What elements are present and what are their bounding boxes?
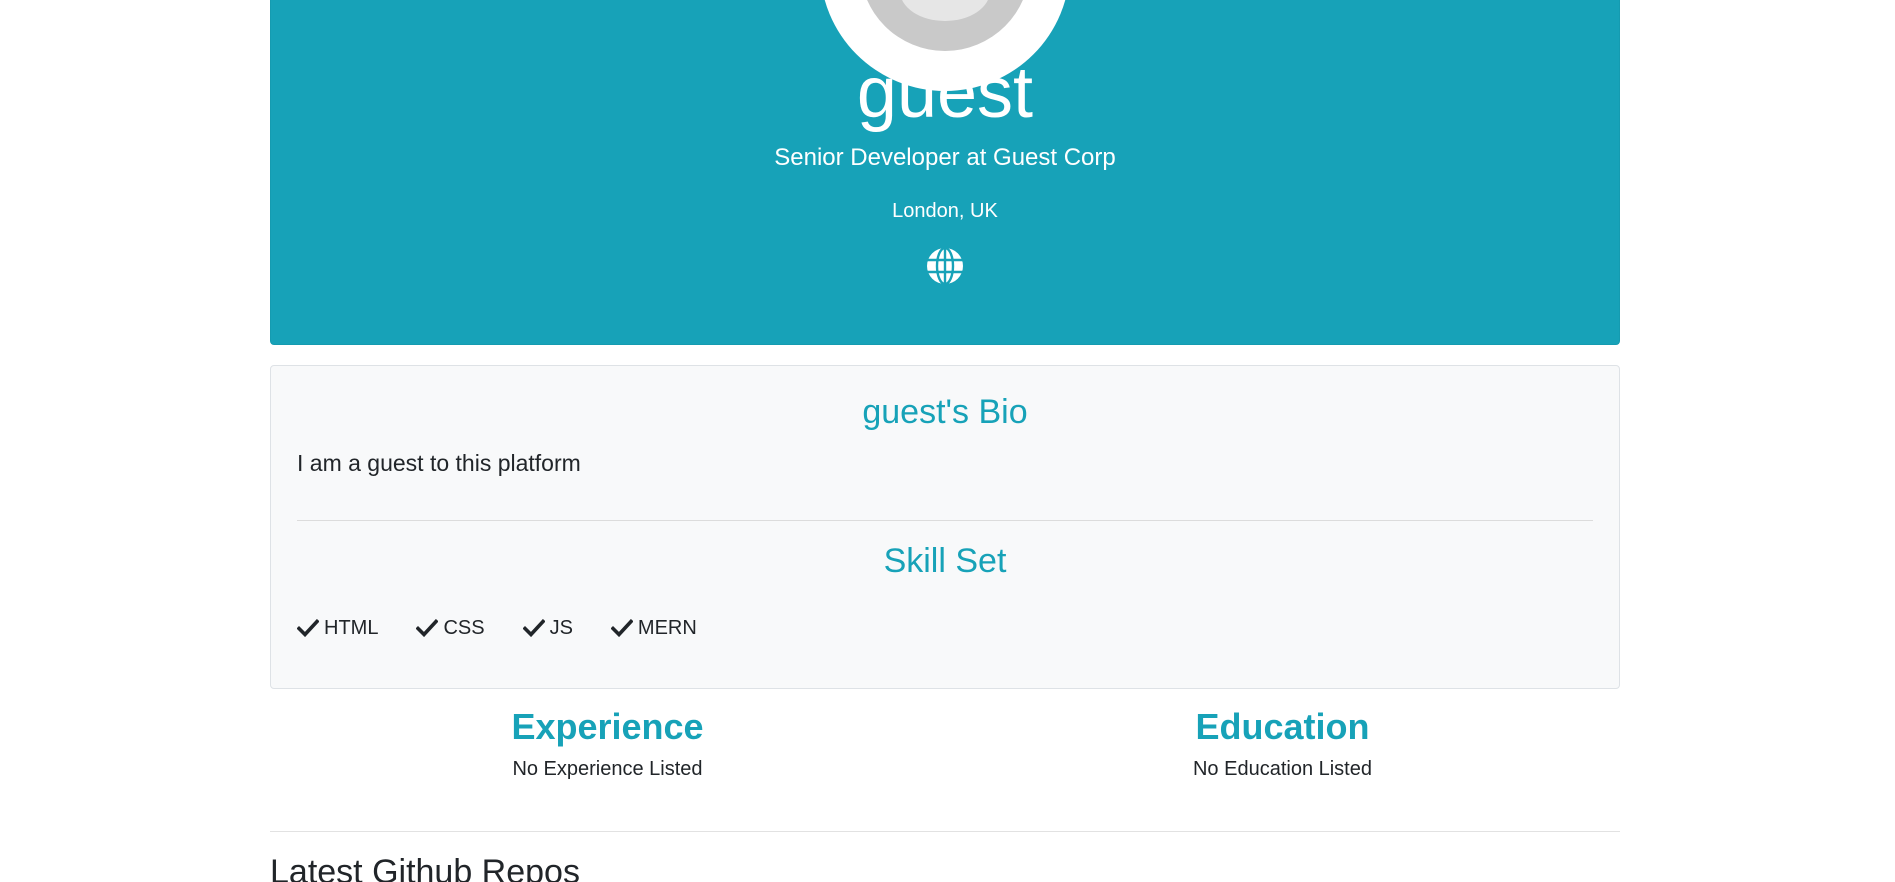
- skill-item: HTML: [297, 616, 378, 640]
- skill-item: JS: [522, 616, 573, 640]
- github-repos-title: Latest Github Repos: [270, 853, 580, 882]
- profile-about-card: guest's Bio I am a guest to this platfor…: [270, 365, 1620, 689]
- check-icon: [416, 619, 439, 637]
- experience-title: Experience: [511, 706, 704, 747]
- experience-empty: No Experience Listed: [512, 758, 703, 780]
- skill-label: CSS: [443, 617, 485, 639]
- skill-item: MERN: [610, 616, 697, 640]
- skill-label: MERN: [637, 617, 697, 639]
- skills-title: Skill Set: [883, 542, 1007, 580]
- check-icon: [522, 619, 545, 637]
- skills-list: HTML CSS JS MERN: [297, 616, 735, 640]
- divider: [297, 520, 1593, 521]
- profile-status: Senior Developer at Guest Corp: [774, 144, 1116, 171]
- bio-title: guest's Bio: [862, 393, 1028, 431]
- check-icon: [610, 619, 633, 637]
- skill-label: HTML: [324, 617, 379, 639]
- education-section: Education No Education Listed: [945, 705, 1620, 781]
- bio-text: I am a guest to this platform: [297, 450, 581, 476]
- check-icon: [297, 619, 319, 637]
- divider: [270, 831, 1620, 832]
- skill-label: JS: [549, 617, 573, 639]
- education-empty: No Education Listed: [1192, 758, 1372, 780]
- experience-section: Experience No Experience Listed: [270, 705, 945, 781]
- profile-name: guest: [856, 53, 1034, 133]
- profile-top-card: guest Senior Developer at Guest Corp Lon…: [270, 0, 1620, 345]
- skill-item: CSS: [416, 616, 485, 640]
- profile-page: guest Senior Developer at Guest Corp Lon…: [0, 0, 1895, 882]
- globe-icon[interactable]: [925, 246, 965, 286]
- profile-location: London, UK: [892, 200, 998, 222]
- education-title: Education: [1195, 706, 1370, 747]
